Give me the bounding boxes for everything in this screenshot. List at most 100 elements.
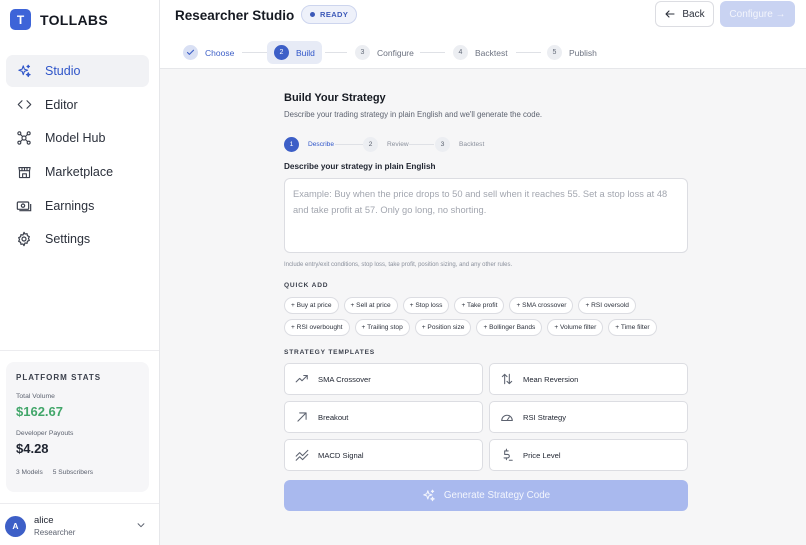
network-icon [15,129,33,147]
step-backtest[interactable]: 4 Backtest [446,41,515,64]
step-label: Choose [205,47,235,58]
sparkles-icon [422,489,436,503]
section-subtitle: Describe your trading strategy in plain … [284,110,543,119]
quick-add-chip[interactable]: + Sell at price [343,297,398,314]
subscribers-count: 5 Subscribers [52,469,94,476]
back-button[interactable]: Back [655,1,714,27]
template-price-level[interactable]: Price Level [489,439,688,471]
gear-icon [15,230,33,248]
template-sma-crossover[interactable]: SMA Crossover [284,363,483,395]
code-icon [15,96,33,114]
generate-button-label: Generate Strategy Code [443,490,551,501]
template-label: MACD Signal [318,450,364,460]
status-text: READY [320,10,349,19]
sidebar-item-model-hub[interactable]: Model Hub [6,122,149,154]
template-label: RSI Strategy [523,412,567,422]
step-publish[interactable]: 5 Publish [540,41,604,64]
sidebar-item-studio[interactable]: Studio [6,55,149,87]
money-icon [15,197,33,215]
quick-add-chip[interactable]: + Volume filter [547,319,604,336]
platform-stats: PLATFORM STATS Total Volume $162.67 Deve… [6,362,149,492]
substep-describe[interactable]: 1 Describe [284,137,334,152]
sidebar: T TOLLABS Studio Editor Model Hub Market… [0,0,160,545]
sidebar-item-label: Model Hub [45,131,106,146]
step-number: 2 [274,45,289,60]
step-configure[interactable]: 3 Configure [348,41,421,64]
quick-add-chip[interactable]: + Time filter [608,319,657,336]
sidebar-item-label: Studio [45,64,81,78]
quick-add-chip[interactable]: + Buy at price [284,297,339,314]
sidebar-item-label: Earnings [45,198,95,213]
step-connector [325,52,347,53]
template-rsi-strategy[interactable]: RSI Strategy [489,401,688,433]
wizard-stepper: Choose 2 Build 3 Configure 4 Backtest 5 … [160,35,806,69]
sidebar-item-earnings[interactable]: Earnings [6,190,149,222]
strategy-description-label: Describe your strategy in plain English [284,162,436,171]
avatar: A [5,515,26,537]
quick-add-title: QUICK ADD [284,282,329,289]
generate-code-button[interactable]: Generate Strategy Code [284,480,688,511]
step-label: Publish [569,47,597,58]
substep-review[interactable]: 2 Review [363,137,409,152]
brand-logo: T [10,9,31,30]
substep-label: Backtest [459,141,485,148]
payouts-label: Developer Payouts [16,430,74,437]
brand[interactable]: T TOLLABS [10,9,108,30]
back-button-label: Back [682,8,705,20]
section-title: Build Your Strategy [284,92,386,104]
arrow-up-right-icon [294,410,309,425]
step-number: 3 [355,45,370,60]
step-connector [420,52,445,53]
substep-connector [335,144,363,145]
brand-name: TOLLABS [40,11,108,28]
template-macd-signal[interactable]: MACD Signal [284,439,483,471]
step-label: Backtest [475,47,508,58]
substep-number: 2 [363,137,378,152]
step-choose[interactable]: Choose [176,41,241,64]
gauge-icon [499,410,514,425]
template-mean-reversion[interactable]: Mean Reversion [489,363,688,395]
quick-add-chip[interactable]: + Bollinger Bands [476,319,543,336]
substep-backtest[interactable]: 3 Backtest [435,137,484,152]
substep-label: Describe [308,141,335,148]
trend-up-icon [294,372,309,387]
quick-add-chip[interactable]: + RSI oversold [578,297,636,314]
quick-add-chip[interactable]: + Take profit [454,297,505,314]
substep-label: Review [387,141,409,148]
quick-add-chip[interactable]: + Position size [414,319,472,336]
quick-add-chip[interactable]: + SMA crossover [509,297,574,314]
arrows-updown-icon [499,372,514,387]
user-name: alice [34,515,54,526]
header: Researcher Studio READY Back Configure → [160,0,806,35]
template-breakout[interactable]: Breakout [284,401,483,433]
wave-lines-icon [294,448,309,463]
templates-title: STRATEGY TEMPLATES [284,349,375,356]
configure-button[interactable]: Configure → [720,1,795,27]
step-build[interactable]: 2 Build [267,41,322,64]
step-label: Build [296,47,315,58]
sidebar-item-marketplace[interactable]: Marketplace [6,156,149,188]
user-role: Researcher [34,528,76,537]
page-title: Researcher Studio [175,8,295,23]
payouts-value: $4.28 [16,441,49,456]
quick-add-chip[interactable]: + RSI overbought [284,319,350,336]
quick-add-chip[interactable]: + Trailing stop [354,319,410,336]
sidebar-item-settings[interactable]: Settings [6,223,149,255]
quick-add-chip[interactable]: + Stop loss [402,297,450,314]
quick-add-row-1: + Buy at price + Sell at price + Stop lo… [284,297,688,314]
quick-add-row-2: + RSI overbought + Trailing stop + Posit… [284,319,688,336]
substep-number: 1 [284,137,299,152]
user-menu[interactable]: A alice Researcher [5,515,75,537]
input-hint: Include entry/exit conditions, stop loss… [284,262,513,268]
substep-connector [409,144,434,145]
chevron-down-icon[interactable] [136,520,146,530]
step-label: Configure [377,47,414,58]
step-number: 5 [547,45,562,60]
strategy-description-input[interactable] [284,178,688,253]
template-label: Mean Reversion [523,374,579,384]
sidebar-item-editor[interactable]: Editor [6,89,149,121]
total-volume-value: $162.67 [16,404,63,419]
strategy-templates: SMA Crossover Mean Reversion Breakout RS… [284,363,688,471]
sparkles-icon [15,62,33,80]
step-number: 4 [453,45,468,60]
